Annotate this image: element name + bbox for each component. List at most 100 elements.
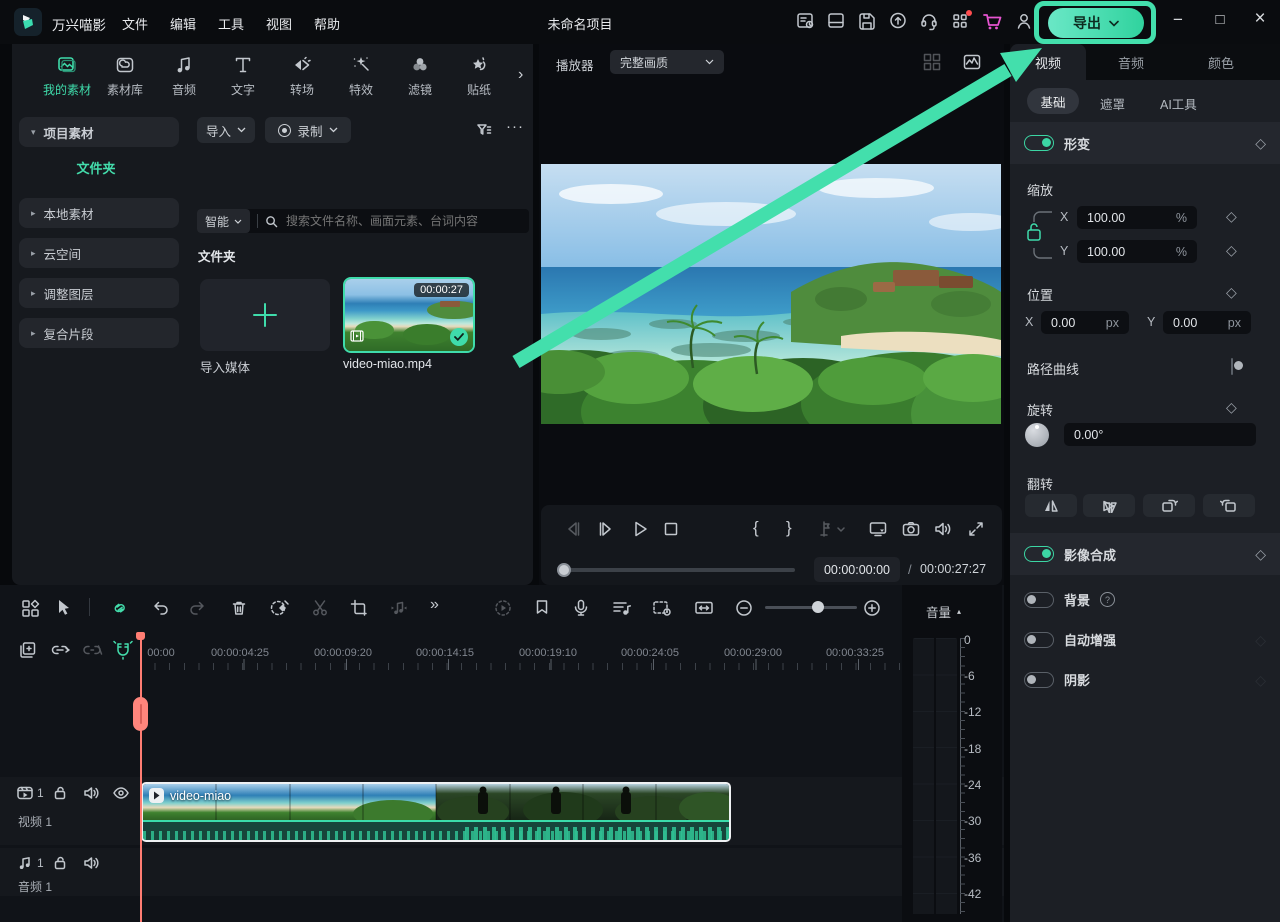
rotate-keyframe-icon[interactable]: ◇: [1226, 400, 1237, 414]
support-headset-icon[interactable]: [918, 8, 940, 37]
display-device-icon[interactable]: [868, 520, 888, 541]
scale-x-keyframe-icon[interactable]: ◇: [1226, 209, 1237, 223]
playhead-handle[interactable]: [133, 697, 148, 731]
rotate-ccw-button[interactable]: [1203, 494, 1255, 517]
snapshot-camera-icon[interactable]: [901, 520, 921, 541]
minimize-button[interactable]: −: [1166, 10, 1190, 30]
meter-header[interactable]: 音量 ▴: [926, 602, 961, 621]
sidebar-item-project-media[interactable]: ▾ 项目素材: [19, 117, 179, 147]
undo-icon[interactable]: [150, 598, 170, 621]
workspace-grid-icon[interactable]: [949, 8, 971, 37]
tab-transitions[interactable]: 转场: [274, 54, 330, 98]
menu-tools[interactable]: 工具: [218, 14, 244, 33]
layout-icon[interactable]: [825, 8, 847, 37]
cart-icon[interactable]: [980, 8, 1004, 37]
redo-icon[interactable]: [188, 598, 208, 621]
sidebar-item-adjustment-layer[interactable]: ▸ 调整图层: [19, 278, 179, 308]
tab-filters[interactable]: 滤镜: [392, 54, 448, 98]
scale-link-lock-icon[interactable]: [1022, 204, 1056, 266]
shadow-keyframe-icon[interactable]: ◇: [1255, 673, 1266, 687]
search-input[interactable]: [284, 213, 529, 229]
video-track-hide-icon[interactable]: [112, 785, 130, 804]
fit-timeline-icon[interactable]: [693, 598, 715, 621]
scopes-icon[interactable]: [962, 52, 982, 75]
flip-vertical-button[interactable]: [1083, 494, 1135, 517]
link-track-icon[interactable]: [50, 640, 74, 663]
timeline-clip[interactable]: video-miao: [141, 782, 731, 842]
audio-track-lock-icon[interactable]: [52, 855, 68, 874]
marker-dropdown-icon[interactable]: [815, 520, 845, 538]
video-preview[interactable]: [541, 164, 1001, 424]
previous-frame-icon[interactable]: [563, 519, 583, 542]
sidebar-item-folder-selected[interactable]: 文件夹: [12, 158, 180, 184]
audio-track-mute-icon[interactable]: [82, 855, 100, 874]
zoom-in-icon[interactable]: [862, 598, 882, 621]
search-mode-dropdown[interactable]: 智能: [197, 209, 250, 233]
menu-edit[interactable]: 编辑: [170, 14, 196, 33]
subtab-basic[interactable]: 基础: [1027, 88, 1079, 114]
auto-enhance-keyframe-icon[interactable]: ◇: [1255, 633, 1266, 647]
sidebar-item-local-media[interactable]: ▸ 本地素材: [19, 198, 179, 228]
delete-icon[interactable]: [229, 598, 249, 621]
tab-video[interactable]: 视频: [1010, 44, 1086, 80]
publish-icon[interactable]: [887, 8, 909, 37]
menu-help[interactable]: 帮助: [314, 14, 340, 33]
video-track-mute-icon[interactable]: [82, 785, 100, 804]
tab-stickers[interactable]: 贴纸: [451, 54, 507, 98]
menu-file[interactable]: 文件: [122, 14, 148, 33]
zoom-out-icon[interactable]: [734, 598, 754, 621]
rotate-input[interactable]: 0.00°: [1064, 423, 1256, 446]
auto-enhance-toggle[interactable]: [1024, 632, 1054, 648]
position-keyframe-icon[interactable]: ◇: [1226, 285, 1237, 299]
preview-window-icon[interactable]: [651, 598, 673, 621]
subtab-ai-tools[interactable]: AI工具: [1160, 94, 1197, 113]
account-icon[interactable]: [1013, 8, 1035, 37]
app-logo[interactable]: [14, 8, 42, 36]
position-y-input[interactable]: 0.00 px: [1163, 311, 1251, 334]
compositing-toggle[interactable]: [1024, 546, 1054, 562]
subtab-mask[interactable]: 遮罩: [1100, 94, 1125, 113]
link-clips-icon[interactable]: [110, 598, 130, 621]
video-track-lock-icon[interactable]: [52, 785, 68, 804]
playhead-top-marker[interactable]: [136, 632, 145, 640]
voiceover-mic-icon[interactable]: [572, 598, 590, 621]
stop-icon[interactable]: [661, 519, 681, 542]
play-icon[interactable]: [629, 518, 651, 543]
render-preview-icon[interactable]: [493, 598, 513, 621]
import-button[interactable]: 导入: [197, 117, 255, 143]
unlink-track-icon[interactable]: [82, 640, 106, 663]
playhead-line[interactable]: [140, 632, 142, 922]
tab-audio[interactable]: 音频: [156, 54, 212, 98]
seek-bar[interactable]: [559, 568, 795, 572]
quality-dropdown[interactable]: 完整画质: [610, 50, 724, 74]
sidebar-item-cloud[interactable]: ▸ 云空间: [19, 238, 179, 268]
tab-my-media[interactable]: 我的素材: [39, 54, 95, 98]
path-curve-toggle[interactable]: [1231, 358, 1233, 375]
background-toggle[interactable]: [1024, 592, 1054, 608]
import-media-tile[interactable]: [200, 279, 330, 351]
video-clip-tile[interactable]: 00:00:27: [343, 277, 475, 353]
tab-effects[interactable]: 特效: [333, 54, 389, 98]
rotate-knob[interactable]: [1025, 423, 1049, 447]
project-settings-icon[interactable]: [794, 8, 816, 37]
volume-icon[interactable]: [933, 520, 953, 541]
scale-x-input[interactable]: 100.00 %: [1077, 206, 1197, 229]
help-icon[interactable]: ?: [1100, 592, 1115, 607]
zoom-slider-thumb[interactable]: [812, 601, 824, 613]
flip-horizontal-button[interactable]: [1025, 494, 1077, 517]
record-button[interactable]: 录制: [265, 117, 351, 143]
more-tools-icon[interactable]: »: [430, 596, 439, 614]
current-time-box[interactable]: 00:00:00:00: [814, 557, 900, 582]
template-keyframe-icon[interactable]: [20, 598, 42, 621]
tab-text[interactable]: 文字: [215, 54, 271, 98]
select-tool-icon[interactable]: [54, 598, 74, 621]
tab-stock-media[interactable]: 素材库: [97, 54, 153, 98]
next-frame-icon[interactable]: [596, 519, 616, 542]
add-keyframe-icon[interactable]: [269, 598, 291, 621]
more-options-icon[interactable]: ···: [506, 118, 524, 135]
menu-view[interactable]: 视图: [266, 14, 292, 33]
filter-icon[interactable]: [474, 120, 494, 143]
timeline-ruler[interactable]: 00:00 00:00:04:25 00:00:09:20 00:00:14:1…: [141, 632, 1004, 674]
fullscreen-icon[interactable]: [967, 520, 985, 541]
shadow-toggle[interactable]: [1024, 672, 1054, 688]
